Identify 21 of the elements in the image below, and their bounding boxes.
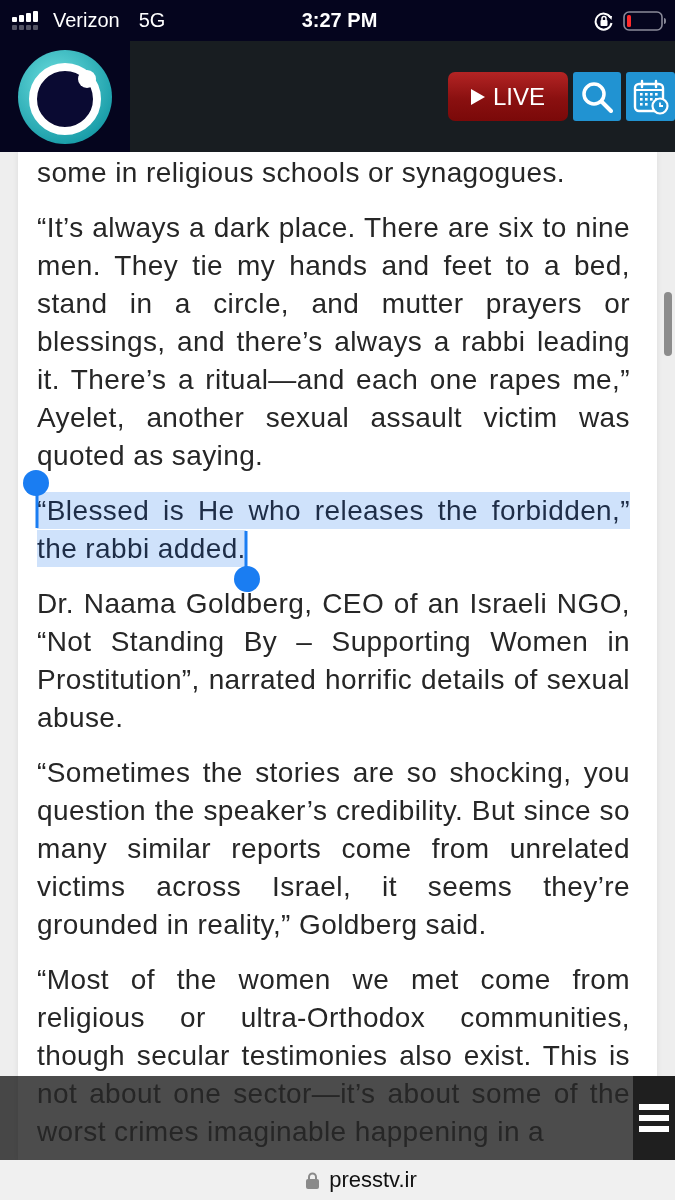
article-paragraph: Dr. Naama Goldberg, CEO of an Israeli NGO, “Not Standing By – Supporting Women in Prostitution”, narrated horrific details of sexual abuse. — [37, 587, 630, 735]
carrier-name: Verizon — [53, 9, 120, 32]
article-paragraph: “It’s always a dark place. There are six to nine men. They tie my hands and feet to a bed, stand in a circle, and mutter prayers or blessings, and there’s always a rabbi leading it. There’s a ritual—and each one rapes me,” Ayelet, another sexual assault victim was quoted as saying. — [37, 211, 630, 473]
status-time: 3:27 PM — [301, 9, 378, 32]
menu-button[interactable] — [633, 1076, 675, 1160]
search-button[interactable] — [573, 72, 621, 121]
article-paragraph: some in religious schools or synagogues. — [37, 156, 567, 190]
url-text: presstv.ir — [329, 1167, 417, 1193]
article-paragraph: “Sometimes the stories are so shocking, you question the speaker’s credibility. But since so many similar reports come from unrelated victims across Israel, it seems they’re grounded in reality,” Goldberg said. — [37, 756, 630, 942]
logo-icon[interactable] — [17, 48, 113, 145]
live-button[interactable]: LIVE — [448, 72, 568, 121]
calendar-clock-icon — [632, 78, 669, 115]
lock-icon — [306, 1171, 320, 1189]
battery-icon — [623, 10, 667, 31]
play-icon — [471, 88, 485, 105]
network-type: 5G — [138, 9, 166, 32]
rotation-lock-icon — [594, 10, 614, 31]
scrollbar[interactable] — [664, 292, 672, 356]
menu-icon — [639, 1104, 669, 1132]
calendar-button[interactable] — [626, 72, 675, 121]
search-icon — [581, 80, 613, 113]
